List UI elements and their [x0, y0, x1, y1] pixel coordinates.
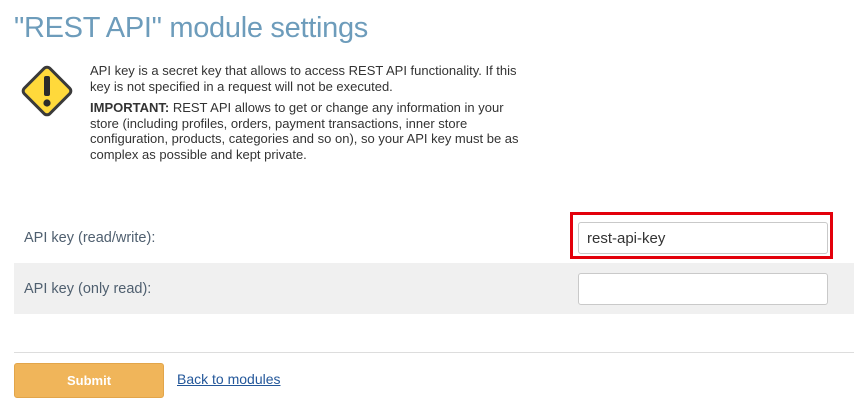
page-title: "REST API" module settings [14, 12, 368, 44]
important-label: IMPORTANT: [90, 100, 170, 115]
api-key-read-write-label: API key (read/write): [24, 230, 156, 246]
setting-row-read-write: API key (read/write): [14, 212, 854, 263]
api-key-read-only-label: API key (only read): [24, 281, 152, 297]
api-key-read-write-input[interactable] [578, 222, 828, 254]
back-to-modules-link[interactable]: Back to modules [177, 371, 281, 387]
warning-paragraph: API key is a secret key that allows to a… [90, 63, 517, 94]
submit-button[interactable]: Submit [14, 363, 164, 398]
api-key-read-only-input[interactable] [578, 273, 828, 305]
divider [14, 352, 854, 353]
settings-table: API key (read/write): API key (only read… [14, 212, 854, 314]
warning-icon [21, 65, 73, 117]
setting-row-read-only: API key (only read): [14, 263, 854, 314]
important-paragraph: IMPORTANT: REST API allows to get or cha… [90, 100, 530, 162]
warning-text: API key is a secret key that allows to a… [90, 63, 530, 168]
